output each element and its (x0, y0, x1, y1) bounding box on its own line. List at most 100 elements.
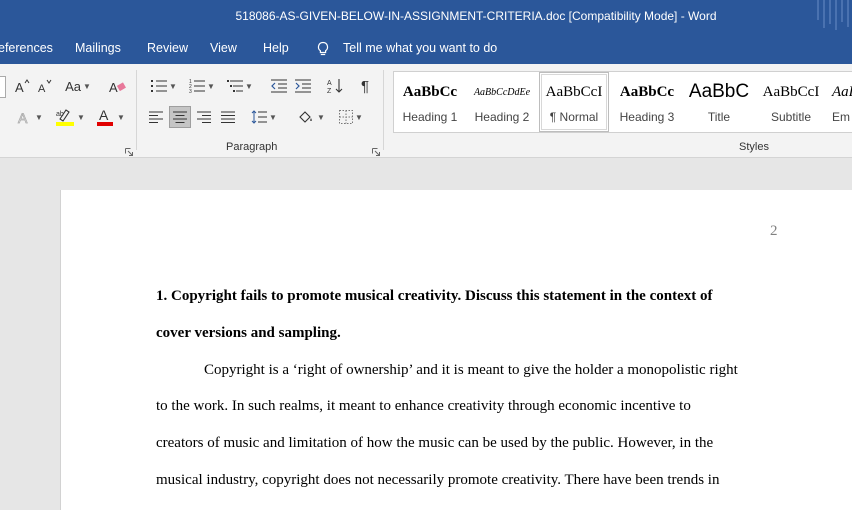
style-name: Heading 2 (474, 110, 530, 124)
numbering-button[interactable]: 1 2 3 ▼ (185, 76, 219, 96)
style-subtitle[interactable]: AaBbCcI Subtitle (756, 72, 826, 132)
chevron-down-icon: ▼ (355, 112, 363, 122)
style-name: Subtitle (770, 110, 812, 124)
shrink-font-icon[interactable]: A (36, 76, 56, 96)
style-heading-2[interactable]: AaBbCcDdEe Heading 2 (467, 72, 537, 132)
style-normal[interactable]: AaBbCcI ¶ Normal (539, 72, 609, 132)
change-case-button[interactable]: Aa ▼ (62, 76, 94, 96)
ribbon: A A Aa▼ A A▼ ab▼ A▼ ▼ 123▼ ▼ AZ ¶ (0, 64, 852, 158)
svg-text:A: A (15, 80, 24, 94)
font-size-box[interactable] (0, 76, 6, 98)
title-bar: 518086-AS-GIVEN-BELOW-IN-ASSIGNMENT-CRIT… (0, 0, 852, 33)
chevron-down-icon: ▼ (77, 112, 85, 122)
align-left-icon[interactable] (145, 106, 167, 128)
svg-text:A: A (99, 107, 109, 123)
font-color-icon: A (97, 107, 114, 126)
multilevel-list-button[interactable]: ▼ (223, 76, 257, 96)
show-formatting-marks-icon[interactable]: ¶ (354, 76, 376, 96)
chevron-down-icon: ▼ (317, 112, 325, 122)
paragraph-group-label: Paragraph (226, 141, 278, 153)
style-name: Heading 3 (619, 110, 675, 124)
paragraph-line: Copyright is a ‘right of ownership’ and … (204, 361, 738, 378)
chevron-down-icon: ▼ (269, 112, 277, 122)
svg-text:Z: Z (327, 88, 332, 94)
question-line: cover versions and sampling. (156, 324, 341, 341)
lightbulb-icon (317, 41, 329, 56)
style-sample: AaBbC (688, 81, 750, 102)
chevron-down-icon: ▼ (82, 81, 91, 91)
numbering-icon: 123 (189, 79, 206, 93)
highlighter-icon: ab (56, 109, 75, 126)
title-bar-pattern-icon (817, 0, 849, 30)
line-spacing-icon (251, 110, 268, 124)
svg-text:A: A (18, 110, 28, 125)
tab-mailings[interactable]: Mailings (75, 33, 121, 64)
bullets-icon (151, 80, 168, 92)
grow-font-icon[interactable]: A (12, 76, 34, 96)
tell-me-label: Tell me what you want to do (343, 41, 498, 55)
borders-button[interactable]: ▼ (334, 106, 368, 128)
paint-bucket-icon (299, 111, 312, 123)
svg-text:3: 3 (189, 89, 192, 93)
decrease-indent-icon[interactable] (268, 76, 290, 96)
chevron-down-icon: ▼ (35, 112, 43, 122)
multilevel-list-icon (227, 80, 244, 92)
style-name: ¶ Normal (549, 110, 599, 124)
chevron-down-icon: ▼ (207, 81, 215, 91)
sort-icon[interactable]: AZ (324, 76, 346, 96)
style-heading-3[interactable]: AaBbCc Heading 3 (612, 72, 682, 132)
font-dialog-launcher-icon[interactable] (125, 143, 133, 156)
paragraph-dialog-launcher-icon[interactable] (372, 143, 380, 156)
shading-button[interactable]: ▼ (294, 106, 328, 128)
change-case-label: Aa (65, 78, 81, 94)
style-sample: AaBbCcDdEe (473, 87, 531, 98)
bullets-button[interactable]: ▼ (147, 76, 181, 96)
chevron-down-icon: ▼ (245, 81, 253, 91)
window-title: 518086-AS-GIVEN-BELOW-IN-ASSIGNMENT-CRIT… (235, 9, 717, 23)
style-emphasis[interactable]: AaB Em (826, 72, 852, 132)
paragraph-line: musical industry, copyright does not nec… (156, 471, 720, 488)
style-sample: AaB (832, 84, 852, 100)
tab-view[interactable]: View (210, 33, 237, 64)
styles-gallery: AaBbCc Heading 1 AaBbCcDdEe Heading 2 Aa… (393, 71, 852, 133)
paragraph-line: creators of music and limitation of how … (156, 435, 714, 452)
style-name: Heading 1 (402, 110, 458, 124)
svg-text:A: A (38, 83, 46, 94)
paragraph-line: to the work. In such realms, it meant to… (156, 398, 691, 415)
tab-references[interactable]: eferences (0, 33, 53, 64)
group-separator (383, 70, 384, 150)
highlight-color-button[interactable]: ab ▼ (52, 106, 88, 128)
tab-help[interactable]: Help (263, 33, 289, 64)
question-line: 1. Copyright fails to promote musical cr… (156, 288, 713, 304)
align-right-icon[interactable] (193, 106, 215, 128)
style-name: Title (707, 110, 731, 124)
ribbon-tabs: eferences Mailings Review View Help Tell… (0, 33, 852, 64)
justify-icon[interactable] (217, 106, 239, 128)
svg-text:A: A (327, 80, 332, 87)
style-sample: AaBbCcI (762, 84, 820, 100)
page-number: 2 (770, 223, 778, 239)
group-separator (136, 70, 137, 150)
style-title[interactable]: AaBbC Title (684, 72, 754, 132)
increase-indent-icon[interactable] (292, 76, 314, 96)
svg-text:ab: ab (56, 111, 64, 118)
style-sample: AaBbCc (402, 84, 458, 100)
style-heading-1[interactable]: AaBbCc Heading 1 (395, 72, 465, 132)
clear-formatting-icon[interactable]: A (107, 76, 129, 96)
text-effects-button[interactable]: A ▼ (14, 107, 46, 127)
font-color-button[interactable]: A ▼ (92, 106, 128, 128)
document-body[interactable]: 1. Copyright fails to promote musical cr… (156, 286, 781, 507)
styles-group-label: Styles (739, 141, 769, 153)
style-sample: AaBbCcI (545, 84, 603, 100)
tab-review[interactable]: Review (147, 33, 188, 64)
style-sample: AaBbCc (619, 84, 675, 100)
svg-text:A: A (109, 80, 118, 94)
borders-icon (339, 110, 354, 124)
chevron-down-icon: ▼ (117, 112, 125, 122)
chevron-down-icon: ▼ (169, 81, 177, 91)
align-center-icon[interactable] (169, 106, 191, 128)
tell-me-search[interactable]: Tell me what you want to do (315, 33, 497, 64)
document-page[interactable]: 2 1. Copyright fails to promote musical … (60, 190, 852, 510)
line-spacing-button[interactable]: ▼ (247, 106, 281, 128)
style-name: Em (832, 110, 850, 124)
